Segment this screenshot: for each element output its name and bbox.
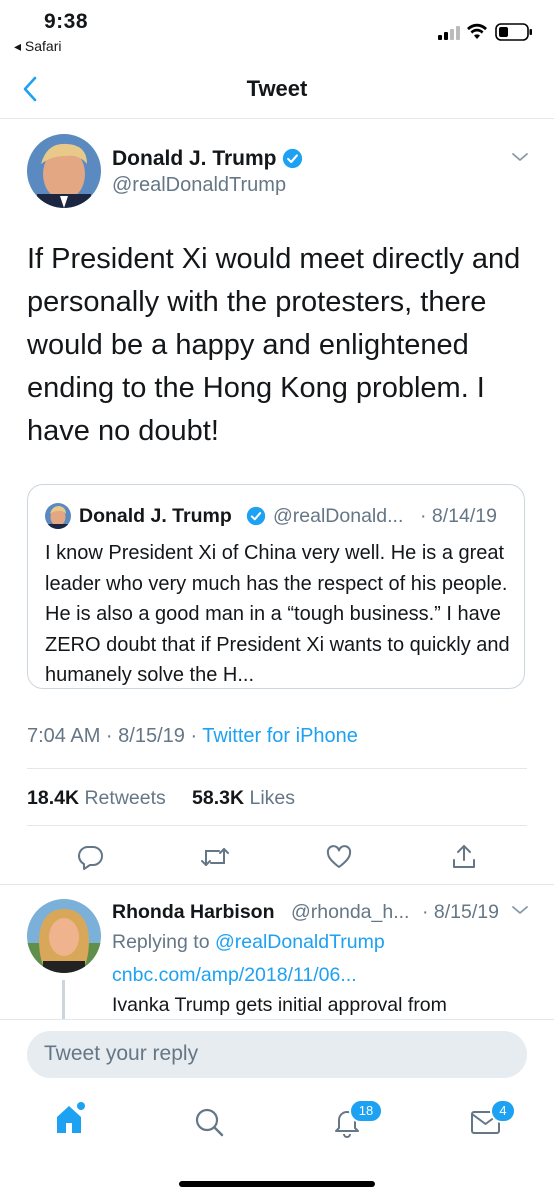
replying-to-handle[interactable]: @realDonaldTrump bbox=[215, 931, 385, 953]
thread-line bbox=[62, 980, 65, 1020]
replying-label: Replying to bbox=[112, 931, 215, 953]
status-time: 9:38 bbox=[44, 10, 89, 33]
divider bbox=[27, 825, 527, 826]
home-indicator bbox=[179, 1181, 375, 1187]
divider bbox=[27, 768, 527, 769]
likes-stat[interactable]: 58.3K Likes bbox=[192, 787, 295, 810]
tweet-text: If President Xi would meet directly and … bbox=[27, 243, 521, 447]
notifications-badge: 18 bbox=[349, 1099, 383, 1123]
home-icon[interactable] bbox=[54, 1100, 88, 1141]
tweet-time: 7:04 AM · 8/15/19 · bbox=[27, 725, 203, 747]
battery-icon bbox=[495, 23, 533, 46]
author-handle[interactable]: @realDonaldTrump bbox=[112, 174, 286, 197]
quote-author-name: Donald J. Trump bbox=[79, 505, 232, 527]
likes-count: 58.3K bbox=[192, 787, 245, 809]
search-icon[interactable] bbox=[193, 1106, 225, 1143]
retweets-count: 18.4K bbox=[27, 787, 80, 809]
messages-badge: 4 bbox=[490, 1099, 516, 1123]
divider bbox=[0, 884, 554, 885]
author-name[interactable]: Donald J. Trump bbox=[112, 147, 277, 171]
quote-verified-icon bbox=[246, 506, 266, 531]
reply-author-name[interactable]: Rhonda Harbison bbox=[112, 901, 275, 924]
share-icon[interactable] bbox=[450, 842, 478, 870]
reply-link[interactable]: cnbc.com/amp/2018/11/06... bbox=[112, 964, 357, 987]
likes-label: Likes bbox=[249, 787, 295, 809]
retweet-icon[interactable] bbox=[200, 843, 229, 871]
divider bbox=[0, 118, 554, 119]
chevron-down-icon[interactable] bbox=[510, 150, 530, 169]
signal-icon bbox=[438, 26, 464, 45]
wifi-icon bbox=[466, 22, 488, 45]
like-icon[interactable] bbox=[325, 843, 353, 871]
back-to-safari[interactable]: ◂ Safari bbox=[14, 38, 62, 55]
retweets-label: Retweets bbox=[84, 787, 166, 809]
reply-avatar[interactable] bbox=[27, 899, 101, 973]
reply-date: · 8/15/19 bbox=[422, 901, 499, 923]
page-title: Tweet bbox=[246, 76, 308, 101]
reply-placeholder: Tweet your reply bbox=[44, 1042, 199, 1065]
reply-author-handle[interactable]: @rhonda_h... bbox=[291, 901, 409, 924]
avatar[interactable] bbox=[27, 134, 101, 208]
quote-date: · 8/14/19 bbox=[420, 505, 497, 527]
quote-text: I know President Xi of China very well. … bbox=[45, 542, 510, 686]
tweet-source[interactable]: Twitter for iPhone bbox=[202, 725, 358, 747]
quote-author-handle: @realDonald... bbox=[273, 505, 404, 527]
quote-avatar bbox=[45, 503, 71, 529]
reply-text: Ivanka Trump gets initial approval from bbox=[112, 994, 447, 1016]
verified-icon bbox=[282, 148, 303, 174]
tweet-meta: 7:04 AM · 8/15/19 · Twitter for iPhone bbox=[27, 725, 358, 748]
reply-icon[interactable] bbox=[76, 843, 104, 871]
replying-to: Replying to @realDonaldTrump bbox=[112, 931, 385, 954]
reply-chevron-down-icon[interactable] bbox=[510, 903, 530, 922]
retweets-stat[interactable]: 18.4K Retweets bbox=[27, 787, 166, 810]
